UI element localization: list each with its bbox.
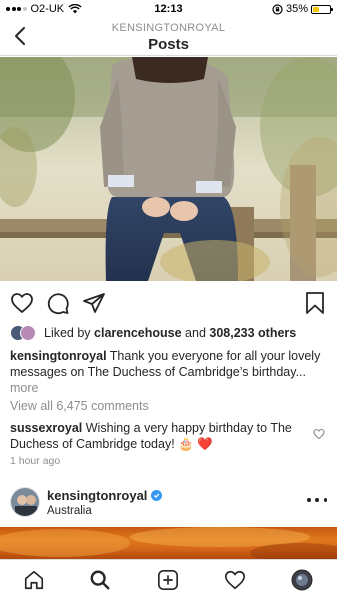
tab-bar (0, 559, 337, 600)
likes-count[interactable]: 308,233 others (209, 326, 296, 340)
heart-icon (313, 428, 325, 440)
caption-username[interactable]: kensingtonroyal (10, 349, 107, 363)
bookmark-icon (306, 292, 324, 314)
liker-avatar (20, 325, 36, 341)
likes-text: Liked by clarencehouse and 308,233 other… (44, 326, 296, 340)
more-options-button[interactable] (307, 492, 327, 508)
view-all-comments-link[interactable]: View all 6,475 comments (10, 399, 149, 413)
page-title: Posts (148, 36, 189, 53)
home-icon (24, 570, 44, 590)
like-button[interactable] (10, 291, 34, 315)
next-post-photo (0, 527, 337, 559)
post-timestamp: 1 hour ago (10, 455, 61, 467)
verified-badge-icon (151, 490, 163, 501)
likes-row[interactable]: Liked by clarencehouse and 308,233 other… (10, 324, 327, 342)
nav-header: KENSINGTONROYAL Posts (0, 18, 337, 56)
liker-avatars (10, 325, 38, 341)
avatar-photo (11, 488, 39, 516)
comment-like-button[interactable] (313, 427, 325, 440)
tab-new-post[interactable] (156, 568, 180, 592)
comment-icon (47, 293, 69, 315)
comment-button[interactable] (46, 291, 70, 315)
profile-avatar (291, 569, 313, 591)
save-button[interactable] (303, 291, 327, 315)
comment: sussexroyal Wishing a very happy birthda… (10, 420, 301, 452)
share-button[interactable] (82, 291, 106, 315)
next-post-image[interactable] (0, 527, 337, 559)
battery-percent: 35% (285, 3, 308, 15)
post-image[interactable] (0, 57, 337, 281)
orientation-lock-icon (272, 3, 283, 15)
comment-username[interactable]: sussexroyal (10, 421, 82, 435)
next-post-header: kensingtonroyal Australia (0, 484, 337, 524)
liker-username[interactable]: clarencehouse (94, 326, 182, 340)
caption-more-link[interactable]: more (10, 381, 38, 395)
next-post-username[interactable]: kensingtonroyal (47, 488, 163, 503)
search-icon (90, 570, 110, 590)
battery-icon (311, 4, 333, 14)
likes-middle: and (181, 326, 210, 340)
tab-search[interactable] (88, 568, 112, 592)
activity-icon (225, 570, 245, 590)
tab-activity[interactable] (223, 568, 247, 592)
status-right: 35% (272, 3, 333, 15)
heart-icon (11, 293, 33, 313)
account-name: KENSINGTONROYAL (111, 22, 226, 34)
status-bar: O2-UK 12:13 35% (0, 0, 337, 18)
avatar[interactable] (10, 487, 40, 517)
new-post-icon (158, 570, 178, 590)
post-photo (0, 57, 337, 281)
likes-prefix: Liked by (44, 326, 95, 340)
post-caption: kensingtonroyal Thank you everyone for a… (10, 348, 323, 396)
tab-home[interactable] (22, 568, 46, 592)
tab-profile[interactable] (290, 568, 314, 592)
share-icon (83, 293, 105, 313)
next-username-text: kensingtonroyal (47, 488, 148, 503)
battery-level (313, 6, 319, 12)
more-horizontal-icon (307, 498, 311, 502)
post-actions (0, 288, 337, 318)
next-post-location[interactable]: Australia (47, 505, 92, 517)
